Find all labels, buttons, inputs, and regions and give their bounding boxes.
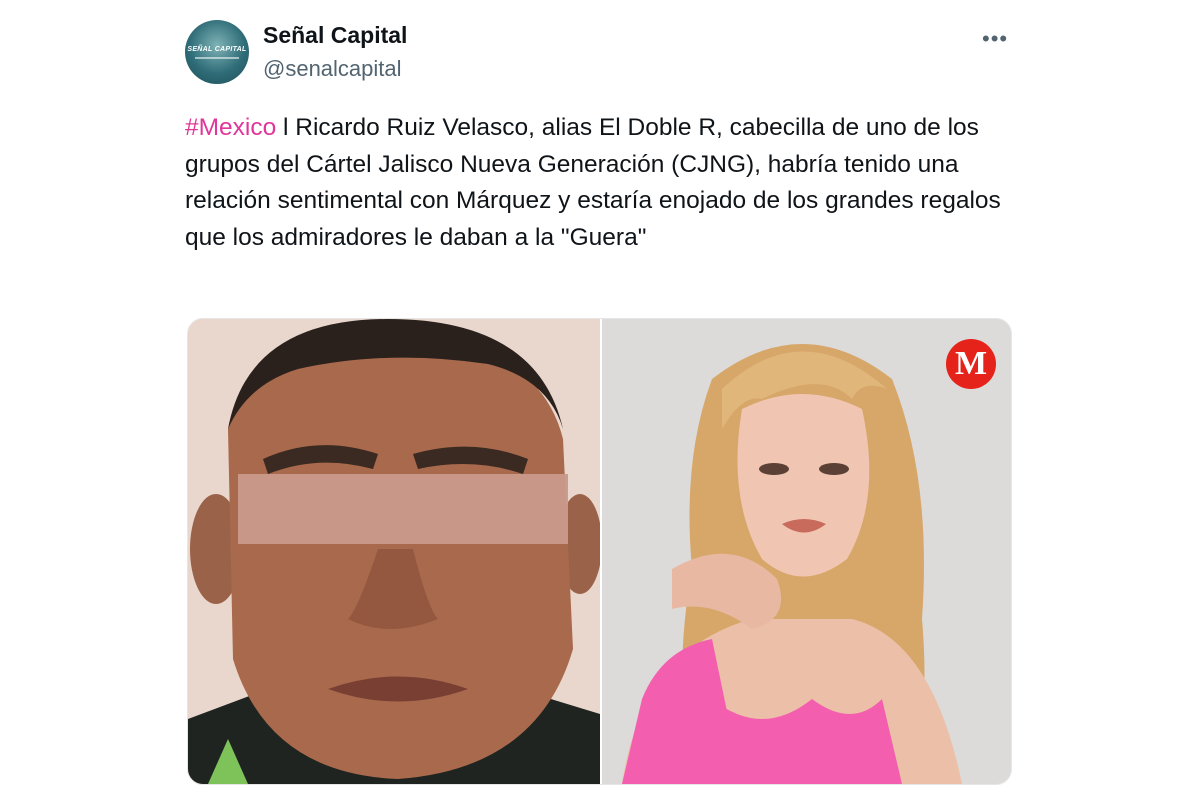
tweet-text: #Mexico l Ricardo Ruiz Velasco, alias El… xyxy=(185,110,1015,256)
tweet-media[interactable]: M xyxy=(187,318,1012,785)
avatar-logo-text: SEÑAL CAPITAL xyxy=(187,46,247,53)
avatar-logo-underline xyxy=(195,57,239,59)
hashtag-link[interactable]: #Mexico xyxy=(185,114,276,141)
tweet-body: l Ricardo Ruiz Velasco, alias El Doble R… xyxy=(185,114,1001,251)
man-portrait-illustration xyxy=(188,319,602,784)
avatar[interactable]: SEÑAL CAPITAL xyxy=(185,20,249,84)
photo-woman[interactable]: M xyxy=(602,319,1011,784)
woman-portrait-illustration xyxy=(602,319,1011,784)
author-handle[interactable]: @senalcapital xyxy=(263,56,402,82)
photo-man[interactable] xyxy=(188,319,602,784)
milenio-logo: M xyxy=(946,339,996,389)
more-options-icon[interactable]: ••• xyxy=(982,26,1008,52)
author-display-name[interactable]: Señal Capital xyxy=(263,22,407,49)
